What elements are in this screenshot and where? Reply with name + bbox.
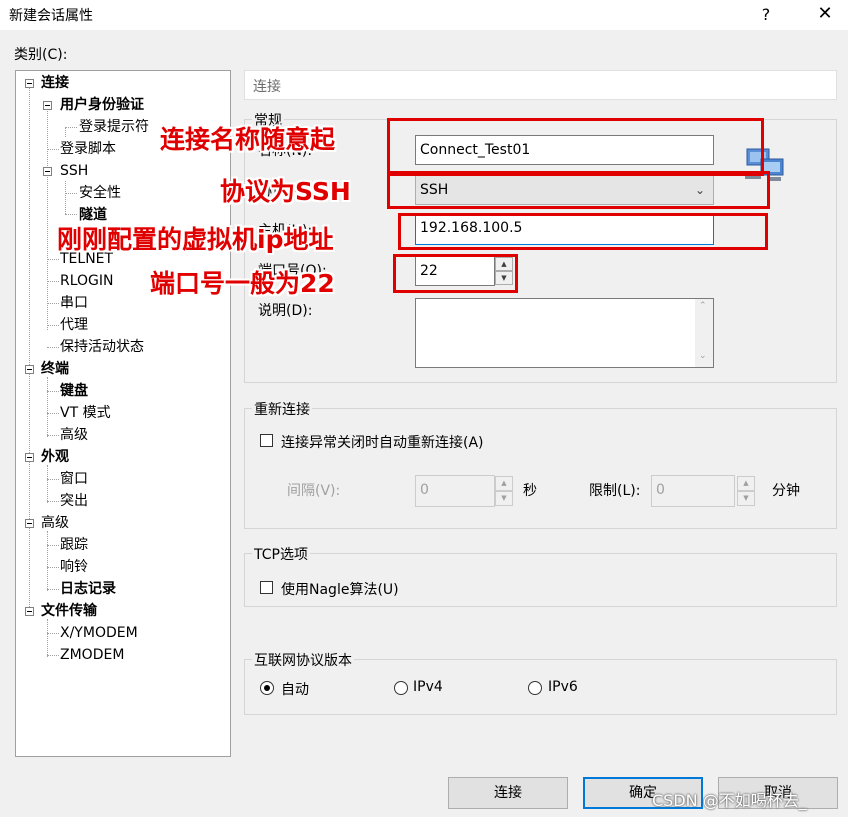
tree-item-vt-mode[interactable]: VT 模式 (60, 403, 111, 423)
radio-ipv4-label[interactable]: IPv4 (413, 679, 443, 695)
limit-label: 限制(L): (589, 483, 641, 499)
connect-button[interactable]: 连接 (448, 777, 568, 809)
scroll-down-icon[interactable]: ⌄ (699, 351, 707, 361)
spin-up-icon[interactable]: ▲ (737, 476, 755, 491)
ip-version-group-title: 互联网协议版本 (252, 650, 354, 670)
tree-item-login-prompt[interactable]: 登录提示符 (79, 117, 149, 137)
limit-unit: 分钟 (772, 483, 800, 499)
collapse-icon[interactable] (25, 453, 34, 462)
radio-ipv6-label[interactable]: IPv6 (548, 679, 578, 695)
collapse-icon[interactable] (25, 607, 34, 616)
annotation-box-port (393, 254, 518, 293)
radio-ipv4[interactable] (394, 681, 408, 695)
reconnect-group (244, 408, 837, 529)
tree-item-xymodem[interactable]: X/YMODEM (60, 623, 138, 643)
limit-stepper[interactable]: ▲ ▼ (737, 475, 755, 507)
tree-item-advanced[interactable]: 高级 (41, 513, 69, 533)
radio-auto[interactable] (260, 681, 274, 695)
interval-label: 间隔(V): (287, 483, 341, 499)
nagle-label[interactable]: 使用Nagle算法(U) (281, 579, 399, 599)
category-tree[interactable]: 连接 用户身份验证 登录提示符 登录脚本 SSH 安全性 隧道 TELNET R… (15, 70, 231, 757)
annotation-box-protocol (387, 171, 770, 209)
spin-down-icon[interactable]: ▼ (495, 491, 513, 506)
watermark: CSDN @不如喝杯去_ (652, 791, 807, 810)
annotation-host: 刚刚配置的虚拟机ip地址 (57, 225, 334, 254)
nagle-checkbox[interactable] (260, 581, 273, 594)
tree-item-serial[interactable]: 串口 (60, 293, 88, 313)
section-header-title: 连接 (253, 79, 281, 95)
auto-reconnect-checkbox[interactable] (260, 434, 273, 447)
reconnect-group-title: 重新连接 (252, 399, 312, 419)
tree-item-zmodem[interactable]: ZMODEM (60, 645, 124, 665)
annotation-box-name (387, 118, 764, 176)
interval-input[interactable]: 0 (415, 475, 495, 507)
category-label: 类别(C): (14, 47, 68, 63)
close-button[interactable]: ✕ (808, 1, 842, 27)
tree-item-security[interactable]: 安全性 (79, 183, 121, 203)
collapse-icon[interactable] (43, 167, 52, 176)
description-input[interactable] (415, 298, 714, 368)
spin-down-icon[interactable]: ▼ (737, 491, 755, 506)
auto-reconnect-label[interactable]: 连接异常关闭时自动重新连接(A) (281, 432, 484, 452)
section-header: 连接 (244, 70, 837, 100)
help-button[interactable]: ? (752, 3, 780, 27)
window-title: 新建会话属性 (9, 8, 93, 24)
description-scrollbar[interactable]: ⌃ ⌄ (695, 299, 713, 367)
tcp-group-title: TCP选项 (252, 544, 310, 564)
tree-item-file-transfer[interactable]: 文件传输 (41, 601, 97, 621)
spin-up-icon[interactable]: ▲ (495, 476, 513, 491)
tree-item-highlight[interactable]: 突出 (60, 491, 88, 511)
tree-item-keepalive[interactable]: 保持活动状态 (60, 337, 144, 357)
tree-item-login-script[interactable]: 登录脚本 (60, 139, 116, 159)
radio-auto-label[interactable]: 自动 (281, 679, 309, 699)
collapse-icon[interactable] (25, 365, 34, 374)
tree-item-rlogin[interactable]: RLOGIN (60, 271, 114, 291)
collapse-icon[interactable] (43, 101, 52, 110)
tree-item-connection[interactable]: 连接 (41, 73, 69, 93)
description-label: 说明(D): (258, 303, 313, 319)
tree-item-bell[interactable]: 响铃 (60, 557, 88, 577)
tree-item-proxy[interactable]: 代理 (60, 315, 88, 335)
interval-stepper[interactable]: ▲ ▼ (495, 475, 513, 507)
tree-item-user-auth[interactable]: 用户身份验证 (60, 95, 144, 115)
annotation-protocol: 协议为SSH (220, 177, 351, 206)
scroll-up-icon[interactable]: ⌃ (699, 301, 707, 311)
tree-item-trace[interactable]: 跟踪 (60, 535, 88, 555)
radio-ipv6[interactable] (528, 681, 542, 695)
annotation-port: 端口号一般为22 (150, 269, 335, 298)
tree-item-window[interactable]: 窗口 (60, 469, 88, 489)
interval-unit: 秒 (523, 483, 537, 499)
tree-item-keyboard[interactable]: 键盘 (60, 381, 88, 401)
tree-item-appearance[interactable]: 外观 (41, 447, 69, 467)
tree-item-terminal-advanced[interactable]: 高级 (60, 425, 88, 445)
title-bar (0, 0, 848, 30)
tree-item-ssh[interactable]: SSH (60, 161, 88, 181)
annotation-name: 连接名称随意起 (160, 125, 336, 154)
collapse-icon[interactable] (25, 519, 34, 528)
tree-item-logging[interactable]: 日志记录 (60, 579, 116, 599)
limit-input[interactable]: 0 (651, 475, 735, 507)
annotation-box-host (398, 213, 768, 250)
tree-item-terminal[interactable]: 终端 (41, 359, 69, 379)
collapse-icon[interactable] (25, 79, 34, 88)
